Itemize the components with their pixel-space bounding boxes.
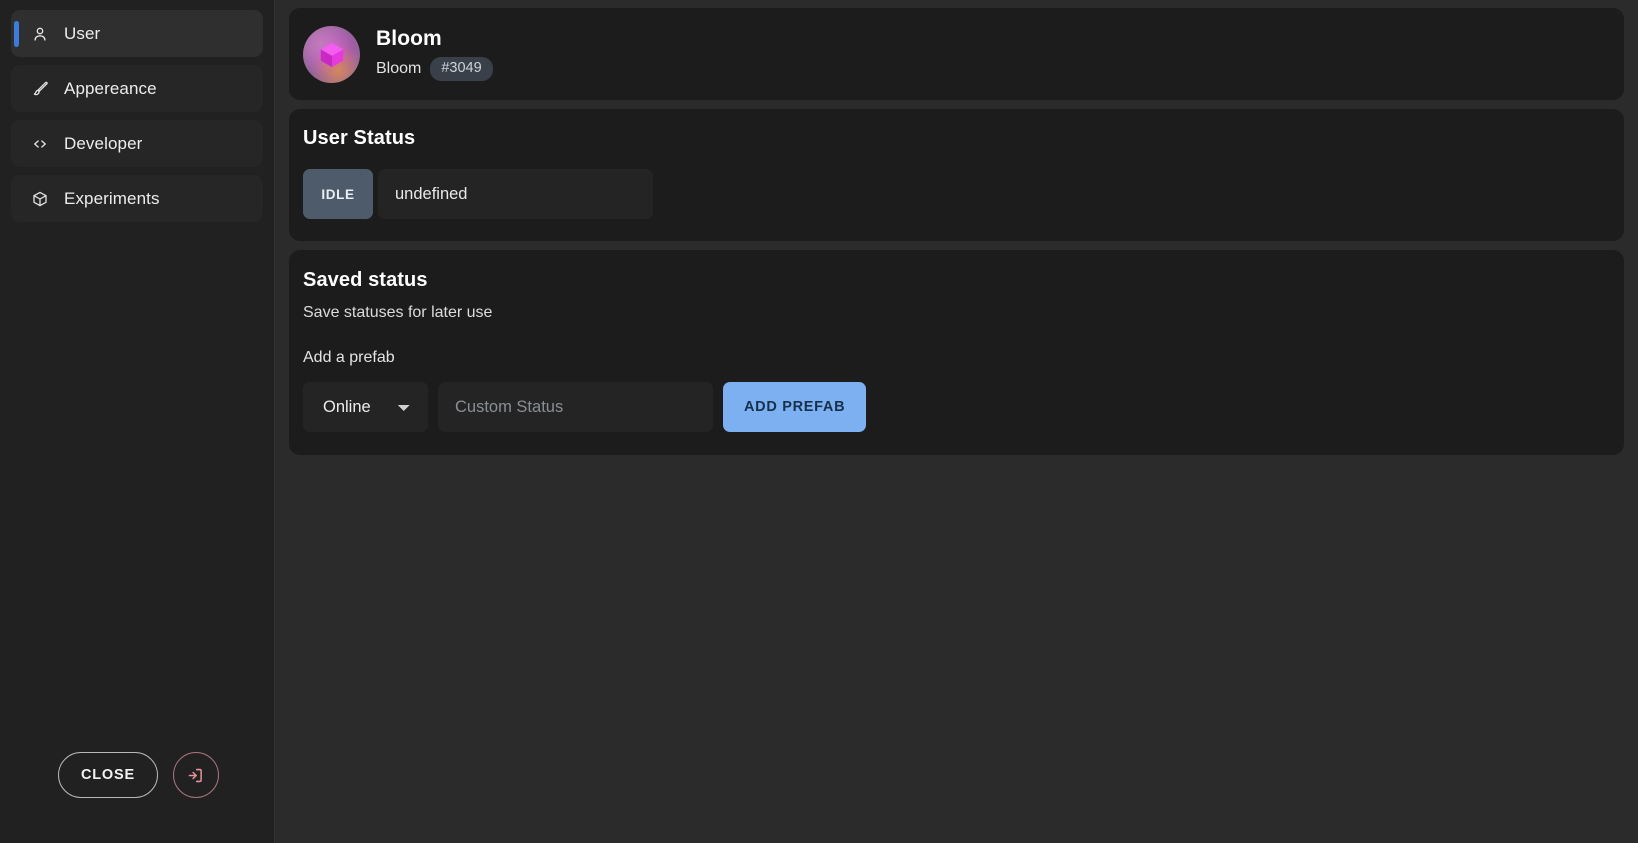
profile-text: Bloom Bloom #3049 <box>376 27 493 81</box>
profile-tag-badge: #3049 <box>430 57 493 81</box>
cube-avatar-icon <box>317 39 347 69</box>
sidebar-item-user[interactable]: User <box>11 10 263 57</box>
add-prefab-label: Add a prefab <box>303 349 395 367</box>
saved-status-title: Saved status <box>303 269 428 291</box>
sidebar-item-developer[interactable]: Developer <box>11 120 263 167</box>
profile-card: Bloom Bloom #3049 <box>289 8 1624 100</box>
prefab-status-select[interactable]: Online <box>303 382 428 433</box>
logout-button[interactable] <box>172 752 219 798</box>
paintbrush-icon <box>31 80 49 98</box>
profile-display-name: Bloom <box>376 27 442 51</box>
sidebar: User Appereance Developer Experiments CL… <box>0 0 275 843</box>
settings-window: User Appereance Developer Experiments CL… <box>0 0 1638 843</box>
sidebar-footer: CLOSE <box>0 752 274 843</box>
sidebar-item-label: User <box>64 24 101 43</box>
avatar[interactable] <box>303 25 360 83</box>
code-brackets-icon <box>31 135 49 153</box>
custom-status-input[interactable] <box>438 382 713 433</box>
saved-status-subtitle: Save statuses for later use <box>303 304 493 321</box>
user-status-card: User Status IDLE undefined <box>289 109 1624 241</box>
main-content: Bloom Bloom #3049 User Status IDLE undef… <box>275 0 1638 843</box>
add-prefab-button[interactable]: ADD PREFAB <box>723 382 867 433</box>
sidebar-item-experiments[interactable]: Experiments <box>11 175 263 222</box>
person-icon <box>31 25 49 43</box>
add-prefab-row: Online ADD PREFAB <box>303 382 1624 433</box>
profile-username: Bloom <box>376 60 422 78</box>
logout-icon <box>186 766 205 785</box>
sidebar-item-label: Experiments <box>64 189 160 208</box>
cube-icon <box>31 190 49 208</box>
saved-status-card: Saved status Save statuses for later use… <box>289 250 1624 456</box>
user-status-title: User Status <box>303 127 416 149</box>
profile-subline: Bloom #3049 <box>376 57 493 81</box>
sidebar-item-appereance[interactable]: Appereance <box>11 65 263 112</box>
close-button[interactable]: CLOSE <box>58 752 158 798</box>
sidebar-nav: User Appereance Developer Experiments <box>0 6 274 222</box>
status-badge-idle[interactable]: IDLE <box>303 169 373 219</box>
status-value-field: undefined <box>378 169 653 219</box>
user-status-row: IDLE undefined <box>303 169 1624 219</box>
sidebar-item-label: Appereance <box>64 79 157 98</box>
sidebar-item-label: Developer <box>64 134 143 153</box>
